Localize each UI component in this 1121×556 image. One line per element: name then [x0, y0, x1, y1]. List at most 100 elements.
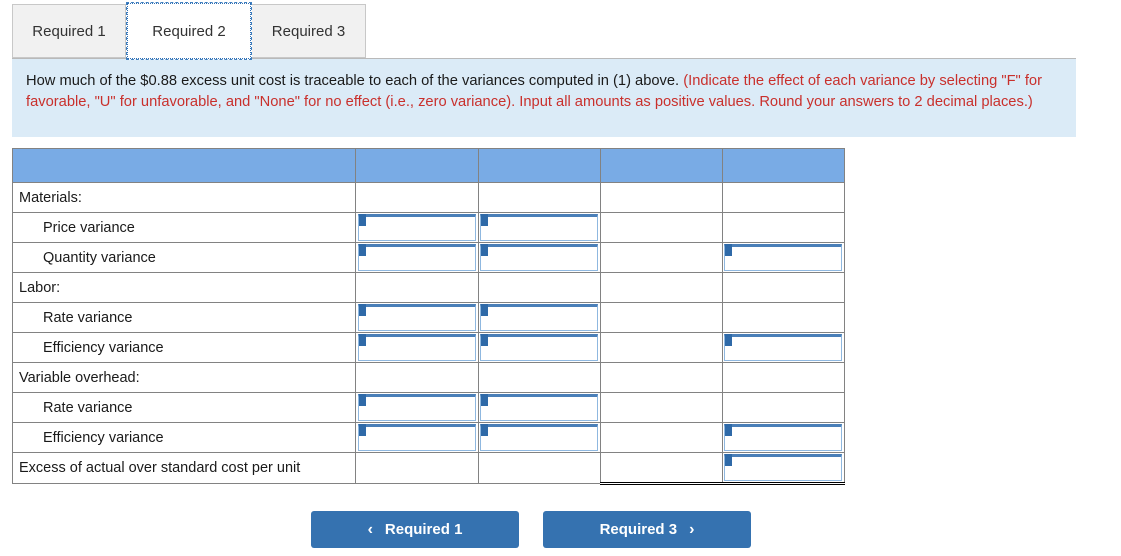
value-cell [599, 272, 723, 303]
answer-input[interactable] [733, 427, 840, 448]
answer-input[interactable] [733, 457, 840, 478]
input-marker-icon [358, 304, 366, 316]
tab-required-1-label: Required 1 [32, 22, 106, 40]
answer-input-box[interactable] [357, 334, 476, 361]
table-row: Rate variance [11, 302, 846, 333]
answer-input-box[interactable] [480, 304, 599, 331]
chevron-right-icon: › [689, 520, 695, 538]
value-cell [721, 392, 846, 423]
answer-input[interactable] [489, 217, 596, 238]
value-cell [599, 242, 723, 273]
value-cell [599, 392, 723, 423]
input-marker-icon [725, 424, 733, 436]
input-marker-icon [358, 214, 366, 226]
value-cell [599, 422, 723, 453]
answer-input[interactable] [366, 337, 473, 358]
input-marker-icon [481, 244, 489, 256]
answer-input[interactable] [366, 217, 473, 238]
answer-input[interactable] [489, 337, 596, 358]
value-cell[interactable] [355, 422, 479, 453]
row-label-cell: Efficiency variance [11, 332, 357, 363]
answer-input-box[interactable] [480, 424, 599, 451]
value-cell[interactable] [355, 332, 479, 363]
row-label: Rate variance [43, 399, 133, 416]
row-label-cell: Labor: [11, 272, 357, 303]
value-cell [477, 362, 601, 393]
tab-required-3[interactable]: Required 3 [251, 4, 366, 58]
value-cell [477, 272, 601, 303]
instruction-text: How much of the $0.88 excess unit cost i… [26, 71, 1062, 113]
value-cell[interactable] [477, 242, 601, 273]
value-cell[interactable] [477, 302, 601, 333]
value-cell [599, 182, 723, 213]
input-marker-icon [358, 244, 366, 256]
answer-input-box[interactable] [357, 244, 476, 271]
input-marker-icon [358, 334, 366, 346]
row-label: Rate variance [43, 309, 133, 326]
input-marker-icon [481, 214, 489, 226]
answer-input-box[interactable] [480, 334, 599, 361]
answer-input[interactable] [366, 427, 473, 448]
row-label: Variable overhead: [19, 369, 140, 386]
answer-input-box[interactable] [724, 424, 843, 451]
input-marker-icon [725, 454, 733, 466]
instruction-question: How much of the $0.88 excess unit cost i… [26, 73, 684, 89]
value-cell[interactable] [477, 212, 601, 243]
answer-input[interactable] [366, 397, 473, 418]
answer-input[interactable] [489, 247, 596, 268]
value-cell [721, 182, 846, 213]
row-label-cell: Excess of actual over standard cost per … [11, 452, 357, 484]
row-label: Quantity variance [43, 249, 156, 266]
answer-input-box[interactable] [357, 304, 476, 331]
answer-input[interactable] [489, 427, 596, 448]
instruction-banner: How much of the $0.88 excess unit cost i… [12, 59, 1076, 137]
value-cell[interactable] [355, 302, 479, 333]
row-label-cell: Variable overhead: [11, 362, 357, 393]
tab-required-1[interactable]: Required 1 [12, 4, 126, 58]
next-required-label: Required 3 [599, 521, 678, 538]
value-cell[interactable] [721, 422, 846, 453]
answer-input[interactable] [366, 247, 473, 268]
answer-input-box[interactable] [480, 394, 599, 421]
variance-worksheet-table: Materials: Price variance Quantity varianc… [11, 148, 846, 485]
row-label-cell: Materials: [11, 182, 357, 213]
value-cell [477, 182, 601, 213]
answer-input-box[interactable] [724, 454, 843, 481]
next-required-button[interactable]: Required 3 › [543, 511, 751, 548]
answer-input-box[interactable] [724, 334, 843, 361]
answer-input[interactable] [489, 397, 596, 418]
row-label-cell: Rate variance [11, 392, 357, 423]
answer-input-box[interactable] [357, 214, 476, 241]
value-cell [355, 452, 479, 484]
answer-input-box[interactable] [357, 424, 476, 451]
answer-input-box[interactable] [480, 244, 599, 271]
row-label-cell: Price variance [11, 212, 357, 243]
input-marker-icon [358, 424, 366, 436]
value-cell [599, 332, 723, 363]
answer-input[interactable] [489, 307, 596, 328]
answer-input[interactable] [366, 307, 473, 328]
value-cell[interactable] [721, 332, 846, 363]
value-cell[interactable] [721, 242, 846, 273]
value-cell[interactable] [355, 242, 479, 273]
value-cell[interactable] [355, 212, 479, 243]
value-cell[interactable] [721, 452, 846, 485]
answer-input-box[interactable] [357, 394, 476, 421]
table-row: Efficiency variance [11, 332, 846, 363]
value-cell[interactable] [477, 332, 601, 363]
value-cell[interactable] [355, 392, 479, 423]
chevron-left-icon: ‹ [367, 520, 373, 538]
tab-strip: Required 1 Required 2 Required 3 [0, 0, 1121, 62]
row-label: Efficiency variance [43, 429, 164, 446]
value-cell [355, 362, 479, 393]
answer-input-box[interactable] [724, 244, 843, 271]
tab-required-2[interactable]: Required 2 [126, 2, 252, 60]
value-cell[interactable] [477, 422, 601, 453]
answer-input-box[interactable] [480, 214, 599, 241]
answer-input[interactable] [733, 247, 840, 268]
table-row: Rate variance [11, 392, 846, 423]
prev-required-button[interactable]: ‹ Required 1 [311, 511, 519, 548]
answer-input[interactable] [733, 337, 840, 358]
tab-required-3-label: Required 3 [271, 22, 346, 40]
value-cell[interactable] [477, 392, 601, 423]
